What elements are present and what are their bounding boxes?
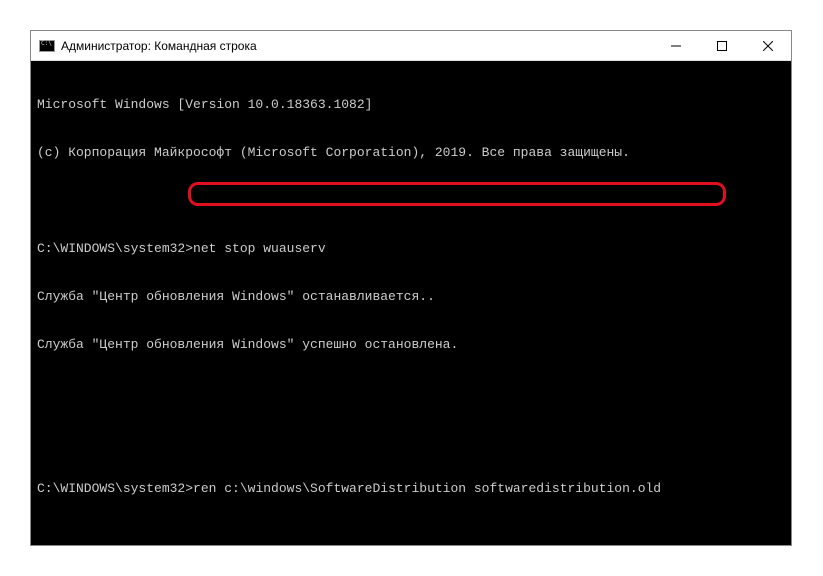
output-blank xyxy=(37,385,785,401)
maximize-icon xyxy=(717,41,727,51)
output-line: Служба "Центр обновления Windows" успешн… xyxy=(37,337,785,353)
close-icon xyxy=(763,41,773,51)
cmd-window: Администратор: Командная строка Microsof… xyxy=(30,30,792,546)
cmd-icon xyxy=(39,40,55,52)
titlebar[interactable]: Администратор: Командная строка xyxy=(31,31,791,61)
output-blank xyxy=(37,433,785,449)
command-text: net stop wuauserv xyxy=(193,241,326,256)
maximize-button[interactable] xyxy=(699,31,745,60)
output-line: C:\WINDOWS\system32>net stop wuauserv xyxy=(37,241,785,257)
command-text: ren c:\windows\SoftwareDistribution soft… xyxy=(193,481,661,496)
minimize-icon xyxy=(671,41,681,51)
prompt: C:\WINDOWS\system32> xyxy=(37,481,193,496)
window-title: Администратор: Командная строка xyxy=(61,39,653,53)
output-blank xyxy=(37,193,785,209)
prompt: C:\WINDOWS\system32> xyxy=(37,241,193,256)
output-line: C:\WINDOWS\system32>ren c:\windows\Softw… xyxy=(37,481,785,497)
window-controls xyxy=(653,31,791,60)
terminal-output[interactable]: Microsoft Windows [Version 10.0.18363.10… xyxy=(31,61,791,545)
output-line: (c) Корпорация Майкрософт (Microsoft Cor… xyxy=(37,145,785,161)
output-line: Microsoft Windows [Version 10.0.18363.10… xyxy=(37,97,785,113)
close-button[interactable] xyxy=(745,31,791,60)
minimize-button[interactable] xyxy=(653,31,699,60)
output-line: Служба "Центр обновления Windows" остана… xyxy=(37,289,785,305)
